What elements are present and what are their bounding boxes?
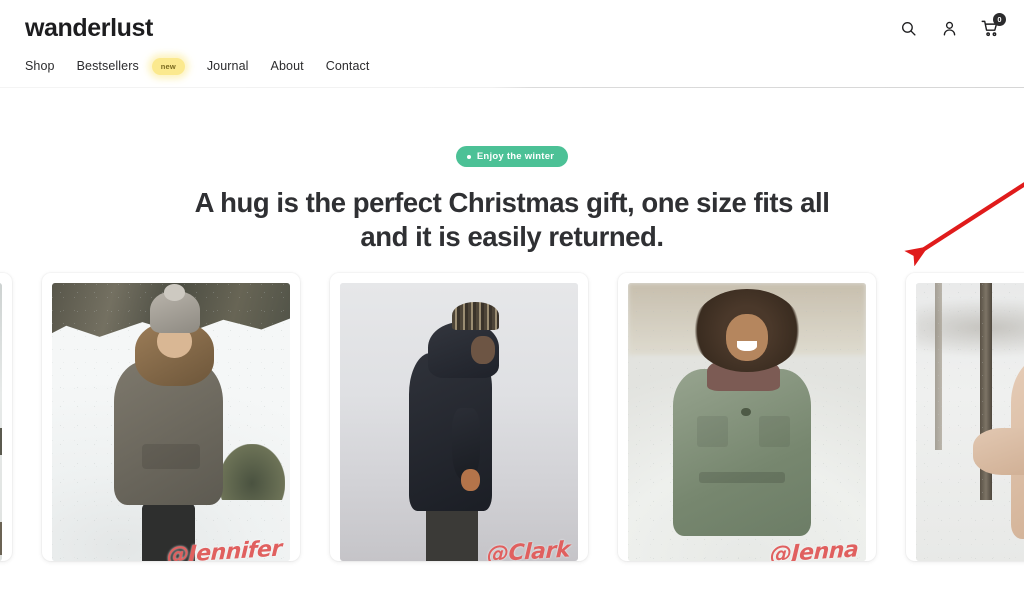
cart-icon[interactable]: 0 xyxy=(978,13,1006,40)
nav-item-bestsellers[interactable]: Bestsellers xyxy=(77,56,139,76)
page-root: wanderlust Shop Bestsellers new Journal … xyxy=(0,0,1024,591)
gallery-card[interactable] xyxy=(906,273,1024,561)
headline-line-1: A hug is the perfect Christmas gift, one… xyxy=(194,187,830,218)
photo-gallery-carousel[interactable]: @Jennifer @Clark @Jenna xyxy=(0,273,1024,591)
search-icon[interactable] xyxy=(896,16,920,40)
site-header: wanderlust Shop Bestsellers new Journal … xyxy=(0,0,1024,88)
gallery-photo xyxy=(0,283,2,561)
gallery-photo xyxy=(916,283,1024,561)
page-title: A hug is the perfect Christmas gift, one… xyxy=(172,186,852,254)
season-badge[interactable]: Enjoy the winter xyxy=(455,146,569,167)
nav-item-about[interactable]: About xyxy=(271,56,304,76)
brand-logo[interactable]: wanderlust xyxy=(25,16,153,41)
gallery-photo: @Jennifer xyxy=(52,283,290,561)
header-divider xyxy=(0,87,1024,88)
dot-icon xyxy=(466,154,471,159)
gallery-card[interactable]: @Jennifer xyxy=(42,273,300,561)
gallery-photo: @Clark xyxy=(340,283,578,561)
season-badge-label: Enjoy the winter xyxy=(476,151,555,162)
header-actions: 0 xyxy=(896,13,1006,40)
nav-item-shop[interactable]: Shop xyxy=(25,56,55,76)
hero-section: Enjoy the winter A hug is the perfect Ch… xyxy=(0,88,1024,254)
nav-new-badge[interactable]: new xyxy=(151,57,185,75)
headline-line-2: and it is easily returned. xyxy=(360,221,664,253)
nav-item-contact[interactable]: Contact xyxy=(326,56,370,76)
gallery-card[interactable]: @Jenna xyxy=(618,273,876,561)
cart-count-badge: 0 xyxy=(993,13,1006,26)
gallery-photo: @Jenna xyxy=(628,283,866,561)
gallery-card[interactable] xyxy=(0,273,12,561)
nav-item-journal[interactable]: Journal xyxy=(207,56,249,76)
main-navigation: Shop Bestsellers new Journal About Conta… xyxy=(25,56,369,76)
user-icon[interactable] xyxy=(937,16,961,40)
gallery-card[interactable]: @Clark xyxy=(330,273,588,561)
